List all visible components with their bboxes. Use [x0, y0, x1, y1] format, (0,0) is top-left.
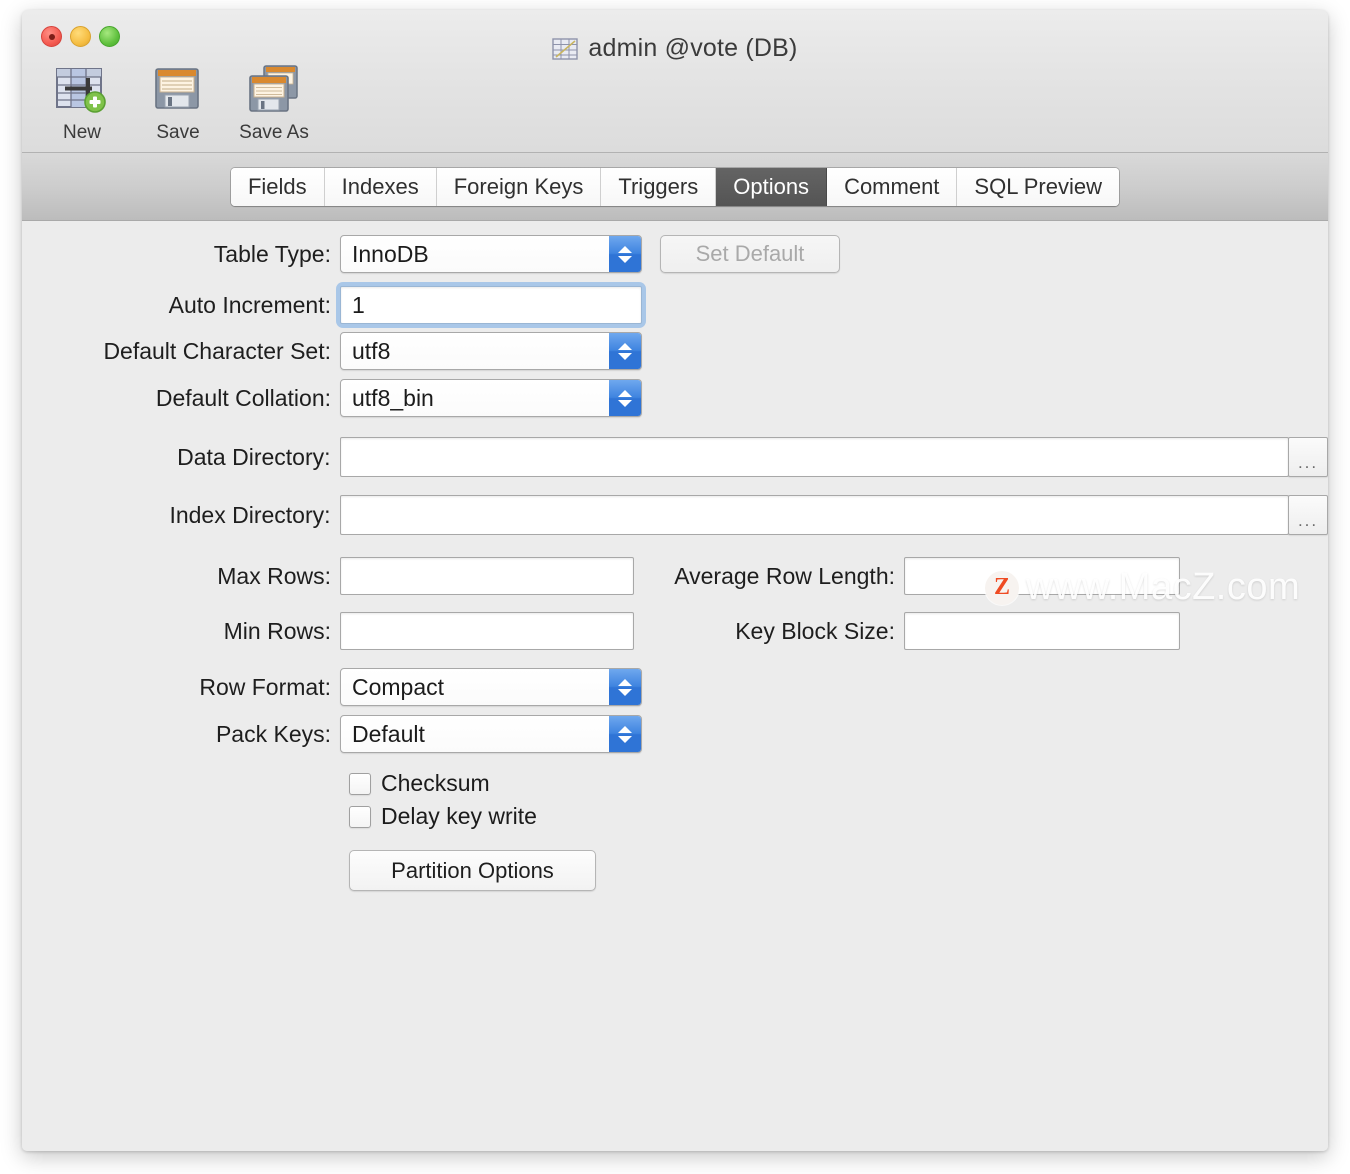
- data-directory-input[interactable]: [339, 437, 1290, 477]
- average-row-length-label: Average Row Length:: [674, 562, 895, 589]
- tab-foreign-keys[interactable]: Foreign Keys: [436, 167, 602, 206]
- default-charset-row: Default Character Set: utf8: [22, 332, 1328, 370]
- partition-options-button[interactable]: Partition Options: [349, 850, 596, 891]
- default-collation-stepper-icon[interactable]: [609, 380, 641, 416]
- new-button[interactable]: New: [42, 60, 122, 144]
- table-designer-window: admin @vote (DB) New Save Save As Fields…: [22, 10, 1328, 1151]
- delay-key-write-label: Delay key write: [381, 803, 537, 829]
- main-toolbar: New Save Save As: [42, 60, 314, 144]
- index-directory-label: Index Directory:: [169, 501, 331, 528]
- default-collation-value: utf8_bin: [352, 384, 434, 411]
- window-title-text: admin @vote (DB): [588, 34, 798, 62]
- table-type-stepper-icon[interactable]: [609, 236, 641, 272]
- data-directory-browse-button[interactable]: ...: [1288, 437, 1328, 477]
- default-charset-label: Default Character Set:: [103, 337, 331, 364]
- checksum-label: Checksum: [381, 770, 490, 796]
- average-row-length-input[interactable]: [904, 557, 1180, 595]
- max-rows-input[interactable]: [340, 557, 634, 595]
- max-rows-row: Max Rows: Average Row Length:: [22, 557, 1328, 595]
- tab-group: Fields Indexes Foreign Keys Triggers Opt…: [230, 167, 1119, 206]
- min-rows-input[interactable]: [340, 612, 634, 650]
- tab-options[interactable]: Options: [716, 167, 828, 206]
- max-rows-label: Max Rows:: [217, 562, 331, 589]
- min-rows-row: Min Rows: Key Block Size:: [22, 612, 1328, 650]
- row-format-value: Compact: [352, 673, 445, 700]
- data-directory-row: Data Directory: ...: [22, 437, 1328, 477]
- default-collation-row: Default Collation: utf8_bin: [22, 379, 1328, 417]
- save-button[interactable]: Save: [138, 60, 218, 144]
- table-icon: [552, 37, 579, 60]
- set-default-button[interactable]: Set Default: [660, 235, 840, 273]
- index-directory-row: Index Directory: ...: [22, 495, 1328, 535]
- table-type-row: Table Type: InnoDB Set Default: [22, 235, 1328, 273]
- row-format-label: Row Format:: [199, 673, 331, 700]
- table-type-select[interactable]: InnoDB: [340, 235, 642, 273]
- tab-triggers[interactable]: Triggers: [601, 167, 717, 206]
- pack-keys-label: Pack Keys:: [215, 720, 331, 747]
- auto-increment-focus-ring: 1: [336, 282, 646, 328]
- tab-bar: Fields Indexes Foreign Keys Triggers Opt…: [22, 153, 1328, 221]
- window-title: admin @vote (DB): [22, 34, 1328, 63]
- new-button-label: New: [62, 122, 101, 143]
- data-directory-label: Data Directory:: [177, 443, 331, 470]
- auto-increment-input[interactable]: 1: [340, 286, 642, 324]
- index-directory-input[interactable]: [339, 495, 1290, 535]
- pack-keys-row: Pack Keys: Default: [22, 715, 1328, 753]
- default-charset-value: utf8: [352, 337, 391, 364]
- min-rows-label: Min Rows:: [223, 617, 331, 644]
- options-pane: Table Type: InnoDB Set Default Auto Incr…: [22, 221, 1328, 1151]
- auto-increment-row: Auto Increment: 1: [22, 282, 1328, 328]
- tab-sql-preview[interactable]: SQL Preview: [957, 167, 1119, 206]
- tab-indexes[interactable]: Indexes: [324, 167, 437, 206]
- pack-keys-select[interactable]: Default: [340, 715, 642, 753]
- row-format-stepper-icon[interactable]: [609, 669, 641, 705]
- delay-key-write-row[interactable]: Delay key write: [349, 803, 1328, 830]
- delay-key-write-checkbox[interactable]: [349, 805, 371, 828]
- save-floppy-icon: [155, 68, 199, 109]
- save-as-button[interactable]: Save As: [234, 60, 314, 144]
- auto-increment-label: Auto Increment:: [168, 291, 331, 318]
- checksum-checkbox[interactable]: [349, 772, 371, 795]
- default-charset-select[interactable]: utf8: [340, 332, 642, 370]
- save-as-button-label: Save As: [239, 122, 309, 143]
- pack-keys-stepper-icon[interactable]: [609, 716, 641, 752]
- table-type-label: Table Type:: [213, 240, 331, 267]
- row-format-row: Row Format: Compact: [22, 668, 1328, 706]
- checksum-row[interactable]: Checksum: [349, 770, 1328, 797]
- default-collation-label: Default Collation:: [155, 384, 331, 411]
- key-block-size-label: Key Block Size:: [735, 617, 895, 644]
- tab-fields[interactable]: Fields: [230, 167, 325, 206]
- table-type-value: InnoDB: [352, 240, 429, 267]
- default-collation-select[interactable]: utf8_bin: [340, 379, 642, 417]
- key-block-size-input[interactable]: [904, 612, 1180, 650]
- window-titlebar: admin @vote (DB) New Save Save As: [22, 10, 1328, 153]
- index-directory-browse-button[interactable]: ...: [1288, 495, 1328, 535]
- tab-comment[interactable]: Comment: [827, 167, 958, 206]
- default-charset-stepper-icon[interactable]: [609, 333, 641, 369]
- new-table-icon: [56, 68, 106, 113]
- save-button-label: Save: [156, 122, 200, 143]
- pack-keys-value: Default: [352, 720, 425, 747]
- save-as-floppy-icon: [249, 65, 298, 112]
- row-format-select[interactable]: Compact: [340, 668, 642, 706]
